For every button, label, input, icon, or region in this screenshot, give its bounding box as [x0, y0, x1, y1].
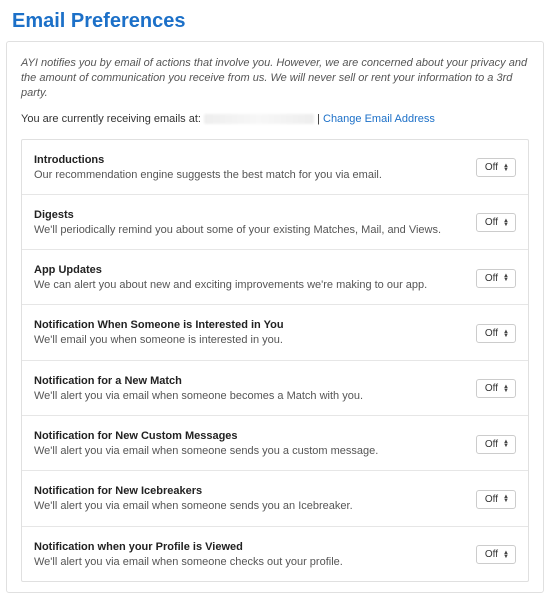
- pref-desc: We'll alert you via email when someone s…: [34, 499, 466, 513]
- pref-app-updates: App Updates We can alert you about new a…: [22, 250, 528, 305]
- toggle-value: Off: [485, 328, 498, 339]
- pref-title: Digests: [34, 209, 466, 221]
- pref-title: Notification when your Profile is Viewed: [34, 541, 466, 553]
- current-email-prefix: You are currently receiving emails at:: [21, 113, 204, 125]
- pref-desc: We'll alert you via email when someone s…: [34, 444, 466, 458]
- current-email-line: You are currently receiving emails at: |…: [21, 113, 529, 125]
- stepper-icon: ▲▼: [503, 330, 509, 338]
- stepper-icon: ▲▼: [503, 385, 509, 393]
- toggle-value: Off: [485, 383, 498, 394]
- pref-toggle[interactable]: Off ▲▼: [476, 435, 516, 454]
- stepper-icon: ▲▼: [503, 164, 509, 172]
- pref-desc: We'll alert you via email when someone b…: [34, 389, 466, 403]
- pref-toggle[interactable]: Off ▲▼: [476, 269, 516, 288]
- pref-toggle[interactable]: Off ▲▼: [476, 158, 516, 177]
- pref-profile-viewed: Notification when your Profile is Viewed…: [22, 527, 528, 581]
- pref-toggle[interactable]: Off ▲▼: [476, 545, 516, 564]
- pref-toggle[interactable]: Off ▲▼: [476, 490, 516, 509]
- preferences-list: Introductions Our recommendation engine …: [21, 139, 529, 582]
- stepper-icon: ▲▼: [503, 440, 509, 448]
- page-title: Email Preferences: [0, 0, 550, 41]
- pref-title: Notification for New Custom Messages: [34, 430, 466, 442]
- pref-desc: We can alert you about new and exciting …: [34, 278, 466, 292]
- toggle-value: Off: [485, 494, 498, 505]
- pref-desc: We'll alert you via email when someone c…: [34, 555, 466, 569]
- toggle-value: Off: [485, 439, 498, 450]
- pref-title: Notification When Someone is Interested …: [34, 319, 466, 331]
- intro-text: AYI notifies you by email of actions tha…: [21, 56, 529, 101]
- pref-icebreakers: Notification for New Icebreakers We'll a…: [22, 471, 528, 526]
- pref-title: Introductions: [34, 154, 466, 166]
- pref-title: Notification for a New Match: [34, 375, 466, 387]
- stepper-icon: ▲▼: [503, 219, 509, 227]
- toggle-value: Off: [485, 273, 498, 284]
- pref-title: App Updates: [34, 264, 466, 276]
- pref-toggle[interactable]: Off ▲▼: [476, 379, 516, 398]
- toggle-value: Off: [485, 549, 498, 560]
- pref-new-match: Notification for a New Match We'll alert…: [22, 361, 528, 416]
- pref-interested-in-you: Notification When Someone is Interested …: [22, 305, 528, 360]
- preferences-panel: AYI notifies you by email of actions tha…: [6, 41, 544, 593]
- pref-desc: Our recommendation engine suggests the b…: [34, 168, 466, 182]
- stepper-icon: ▲▼: [503, 551, 509, 559]
- toggle-value: Off: [485, 217, 498, 228]
- current-email-value: [204, 114, 314, 124]
- pref-digests: Digests We'll periodically remind you ab…: [22, 195, 528, 250]
- pref-toggle[interactable]: Off ▲▼: [476, 213, 516, 232]
- pref-introductions: Introductions Our recommendation engine …: [22, 140, 528, 195]
- toggle-value: Off: [485, 162, 498, 173]
- pref-desc: We'll periodically remind you about some…: [34, 223, 466, 237]
- pref-title: Notification for New Icebreakers: [34, 485, 466, 497]
- pref-custom-messages: Notification for New Custom Messages We'…: [22, 416, 528, 471]
- stepper-icon: ▲▼: [503, 495, 509, 503]
- pref-toggle[interactable]: Off ▲▼: [476, 324, 516, 343]
- change-email-link[interactable]: Change Email Address: [323, 113, 435, 125]
- pref-desc: We'll email you when someone is interest…: [34, 333, 466, 347]
- stepper-icon: ▲▼: [503, 274, 509, 282]
